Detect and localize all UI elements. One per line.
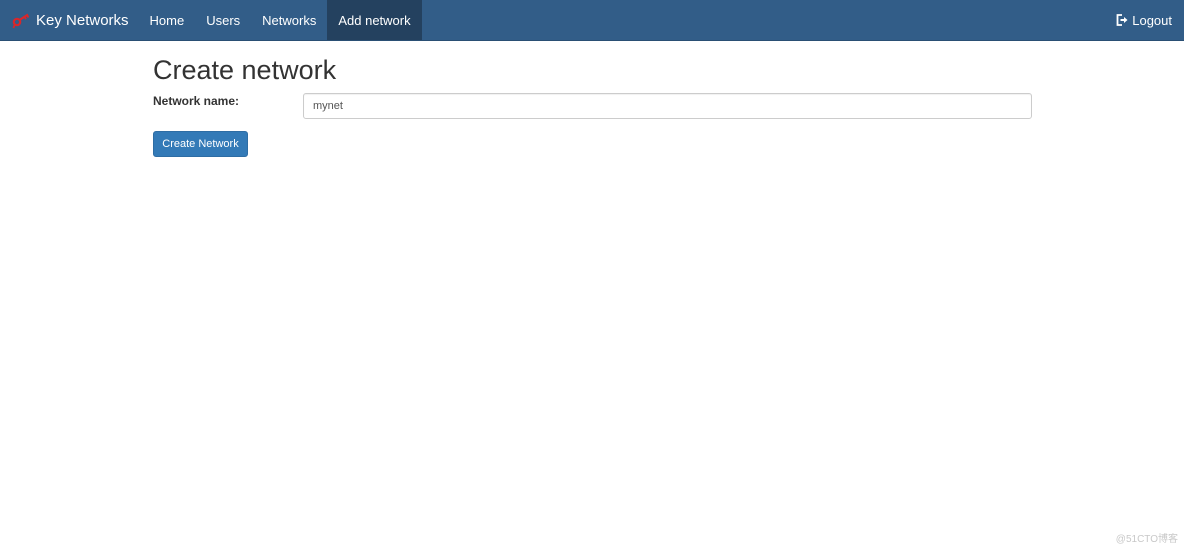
- logout-icon: [1116, 14, 1128, 26]
- brand-link[interactable]: Key Networks: [0, 0, 139, 40]
- logout-link[interactable]: Logout: [1116, 0, 1184, 40]
- network-name-label: Network name:: [153, 94, 240, 108]
- page-title: Create network: [153, 55, 337, 85]
- nav-menu: Home Users Networks Add network: [139, 0, 422, 40]
- nav-item-label: Add network: [338, 12, 411, 28]
- main-content: Create network Network name: Create Netw…: [153, 55, 1032, 157]
- key-networks-logo-icon: [12, 13, 30, 29]
- nav-item-users[interactable]: Users: [195, 0, 251, 40]
- top-navbar: Key Networks Home Users Networks Add net…: [0, 0, 1184, 41]
- nav-item-add-network[interactable]: Add network: [327, 0, 422, 40]
- create-network-button[interactable]: Create Network: [153, 131, 248, 157]
- brand-label: Key Networks: [36, 11, 129, 29]
- network-name-row: Network name:: [153, 93, 1032, 121]
- nav-item-label: Networks: [262, 12, 317, 28]
- nav-item-home[interactable]: Home: [139, 0, 196, 40]
- logout-label: Logout: [1132, 12, 1172, 28]
- nav-item-label: Users: [206, 12, 241, 28]
- watermark: @51CTO博客: [1115, 534, 1178, 545]
- network-name-input[interactable]: [303, 93, 1032, 119]
- nav-item-label: Home: [149, 12, 185, 28]
- nav-item-networks[interactable]: Networks: [251, 0, 327, 40]
